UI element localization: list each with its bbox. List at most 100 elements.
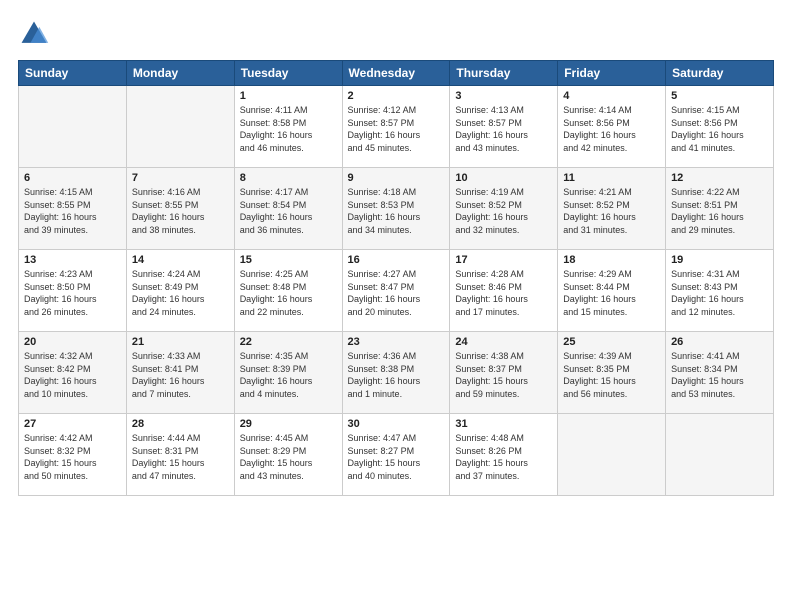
day-number: 25	[563, 336, 660, 348]
day-number: 9	[348, 172, 445, 184]
day-detail: Sunrise: 4:18 AM Sunset: 8:53 PM Dayligh…	[348, 186, 445, 236]
day-number: 8	[240, 172, 337, 184]
calendar-cell: 29 Sunrise: 4:45 AM Sunset: 8:29 PM Dayli…	[234, 414, 342, 496]
day-detail: Sunrise: 4:48 AM Sunset: 8:26 PM Dayligh…	[455, 432, 552, 482]
calendar-cell: 1Sunrise: 4:11 AM Sunset: 8:58 PM Daylig…	[234, 86, 342, 168]
calendar-week-4: 20 Sunrise: 4:32 AM Sunset: 8:42 PM Dayli…	[19, 332, 774, 414]
day-detail: Sunrise: 4:15 AM Sunset: 8:56 PM Dayligh…	[671, 104, 768, 154]
day-detail: Sunrise: 4:33 AM Sunset: 8:41 PM Dayligh…	[132, 350, 229, 400]
calendar-cell: 7Sunrise: 4:16 AM Sunset: 8:55 PM Daylig…	[126, 168, 234, 250]
day-detail: Sunrise: 4:12 AM Sunset: 8:57 PM Dayligh…	[348, 104, 445, 154]
calendar-cell: 21 Sunrise: 4:33 AM Sunset: 8:41 PM Dayli…	[126, 332, 234, 414]
calendar-cell: 5 Sunrise: 4:15 AM Sunset: 8:56 PM Daylig…	[666, 86, 774, 168]
calendar-cell: 4 Sunrise: 4:14 AM Sunset: 8:56 PM Daylig…	[558, 86, 666, 168]
calendar-cell	[19, 86, 127, 168]
day-number: 21	[132, 336, 229, 348]
day-detail: Sunrise: 4:21 AM Sunset: 8:52 PM Dayligh…	[563, 186, 660, 236]
calendar-cell: 28Sunrise: 4:44 AM Sunset: 8:31 PM Dayli…	[126, 414, 234, 496]
day-detail: Sunrise: 4:14 AM Sunset: 8:56 PM Dayligh…	[563, 104, 660, 154]
day-detail: Sunrise: 4:11 AM Sunset: 8:58 PM Dayligh…	[240, 104, 337, 154]
day-number: 14	[132, 254, 229, 266]
calendar-cell: 2 Sunrise: 4:12 AM Sunset: 8:57 PM Daylig…	[342, 86, 450, 168]
weekday-header-wednesday: Wednesday	[342, 61, 450, 86]
day-number: 24	[455, 336, 552, 348]
calendar-cell: 6 Sunrise: 4:15 AM Sunset: 8:55 PM Daylig…	[19, 168, 127, 250]
calendar-cell: 20 Sunrise: 4:32 AM Sunset: 8:42 PM Dayli…	[19, 332, 127, 414]
day-number: 29	[240, 418, 337, 430]
day-detail: Sunrise: 4:17 AM Sunset: 8:54 PM Dayligh…	[240, 186, 337, 236]
day-number: 16	[348, 254, 445, 266]
calendar-cell: 14Sunrise: 4:24 AM Sunset: 8:49 PM Dayli…	[126, 250, 234, 332]
day-number: 6	[24, 172, 121, 184]
logo	[18, 18, 54, 50]
day-detail: Sunrise: 4:45 AM Sunset: 8:29 PM Dayligh…	[240, 432, 337, 482]
weekday-header-friday: Friday	[558, 61, 666, 86]
day-detail: Sunrise: 4:27 AM Sunset: 8:47 PM Dayligh…	[348, 268, 445, 318]
calendar-cell: 17 Sunrise: 4:28 AM Sunset: 8:46 PM Dayli…	[450, 250, 558, 332]
calendar-cell: 18Sunrise: 4:29 AM Sunset: 8:44 PM Dayli…	[558, 250, 666, 332]
day-number: 22	[240, 336, 337, 348]
day-detail: Sunrise: 4:38 AM Sunset: 8:37 PM Dayligh…	[455, 350, 552, 400]
calendar-cell: 3Sunrise: 4:13 AM Sunset: 8:57 PM Daylig…	[450, 86, 558, 168]
calendar-cell: 10 Sunrise: 4:19 AM Sunset: 8:52 PM Dayli…	[450, 168, 558, 250]
day-number: 10	[455, 172, 552, 184]
day-number: 7	[132, 172, 229, 184]
day-number: 5	[671, 90, 768, 102]
day-number: 20	[24, 336, 121, 348]
calendar-cell: 12Sunrise: 4:22 AM Sunset: 8:51 PM Dayli…	[666, 168, 774, 250]
calendar-cell: 15Sunrise: 4:25 AM Sunset: 8:48 PM Dayli…	[234, 250, 342, 332]
day-number: 19	[671, 254, 768, 266]
calendar-cell	[666, 414, 774, 496]
day-detail: Sunrise: 4:36 AM Sunset: 8:38 PM Dayligh…	[348, 350, 445, 400]
calendar-week-2: 6 Sunrise: 4:15 AM Sunset: 8:55 PM Daylig…	[19, 168, 774, 250]
weekday-header-saturday: Saturday	[666, 61, 774, 86]
calendar-cell: 30 Sunrise: 4:47 AM Sunset: 8:27 PM Dayli…	[342, 414, 450, 496]
day-detail: Sunrise: 4:15 AM Sunset: 8:55 PM Dayligh…	[24, 186, 121, 236]
calendar-cell: 23 Sunrise: 4:36 AM Sunset: 8:38 PM Dayli…	[342, 332, 450, 414]
calendar-week-1: 1Sunrise: 4:11 AM Sunset: 8:58 PM Daylig…	[19, 86, 774, 168]
day-number: 2	[348, 90, 445, 102]
calendar-cell: 11 Sunrise: 4:21 AM Sunset: 8:52 PM Dayli…	[558, 168, 666, 250]
day-number: 15	[240, 254, 337, 266]
day-number: 12	[671, 172, 768, 184]
day-detail: Sunrise: 4:28 AM Sunset: 8:46 PM Dayligh…	[455, 268, 552, 318]
day-detail: Sunrise: 4:41 AM Sunset: 8:34 PM Dayligh…	[671, 350, 768, 400]
day-detail: Sunrise: 4:13 AM Sunset: 8:57 PM Dayligh…	[455, 104, 552, 154]
calendar-cell	[558, 414, 666, 496]
day-number: 17	[455, 254, 552, 266]
calendar-cell: 22 Sunrise: 4:35 AM Sunset: 8:39 PM Dayli…	[234, 332, 342, 414]
calendar-cell: 9 Sunrise: 4:18 AM Sunset: 8:53 PM Daylig…	[342, 168, 450, 250]
header	[18, 18, 774, 50]
day-number: 27	[24, 418, 121, 430]
day-detail: Sunrise: 4:42 AM Sunset: 8:32 PM Dayligh…	[24, 432, 121, 482]
day-number: 23	[348, 336, 445, 348]
day-number: 31	[455, 418, 552, 430]
calendar-cell: 31 Sunrise: 4:48 AM Sunset: 8:26 PM Dayli…	[450, 414, 558, 496]
calendar-table: SundayMondayTuesdayWednesdayThursdayFrid…	[18, 60, 774, 496]
day-number: 26	[671, 336, 768, 348]
day-detail: Sunrise: 4:23 AM Sunset: 8:50 PM Dayligh…	[24, 268, 121, 318]
day-detail: Sunrise: 4:35 AM Sunset: 8:39 PM Dayligh…	[240, 350, 337, 400]
calendar-cell: 25Sunrise: 4:39 AM Sunset: 8:35 PM Dayli…	[558, 332, 666, 414]
day-detail: Sunrise: 4:19 AM Sunset: 8:52 PM Dayligh…	[455, 186, 552, 236]
calendar-week-5: 27 Sunrise: 4:42 AM Sunset: 8:32 PM Dayli…	[19, 414, 774, 496]
day-detail: Sunrise: 4:32 AM Sunset: 8:42 PM Dayligh…	[24, 350, 121, 400]
calendar-cell: 24 Sunrise: 4:38 AM Sunset: 8:37 PM Dayli…	[450, 332, 558, 414]
calendar-cell	[126, 86, 234, 168]
calendar-cell: 27 Sunrise: 4:42 AM Sunset: 8:32 PM Dayli…	[19, 414, 127, 496]
day-detail: Sunrise: 4:29 AM Sunset: 8:44 PM Dayligh…	[563, 268, 660, 318]
day-detail: Sunrise: 4:44 AM Sunset: 8:31 PM Dayligh…	[132, 432, 229, 482]
calendar-cell: 26 Sunrise: 4:41 AM Sunset: 8:34 PM Dayli…	[666, 332, 774, 414]
calendar-cell: 8 Sunrise: 4:17 AM Sunset: 8:54 PM Daylig…	[234, 168, 342, 250]
day-detail: Sunrise: 4:47 AM Sunset: 8:27 PM Dayligh…	[348, 432, 445, 482]
weekday-header-monday: Monday	[126, 61, 234, 86]
weekday-header-sunday: Sunday	[19, 61, 127, 86]
weekday-header-tuesday: Tuesday	[234, 61, 342, 86]
day-number: 30	[348, 418, 445, 430]
calendar-header-row: SundayMondayTuesdayWednesdayThursdayFrid…	[19, 61, 774, 86]
day-number: 11	[563, 172, 660, 184]
day-number: 4	[563, 90, 660, 102]
weekday-header-thursday: Thursday	[450, 61, 558, 86]
calendar-cell: 19Sunrise: 4:31 AM Sunset: 8:43 PM Dayli…	[666, 250, 774, 332]
calendar-cell: 16 Sunrise: 4:27 AM Sunset: 8:47 PM Dayli…	[342, 250, 450, 332]
